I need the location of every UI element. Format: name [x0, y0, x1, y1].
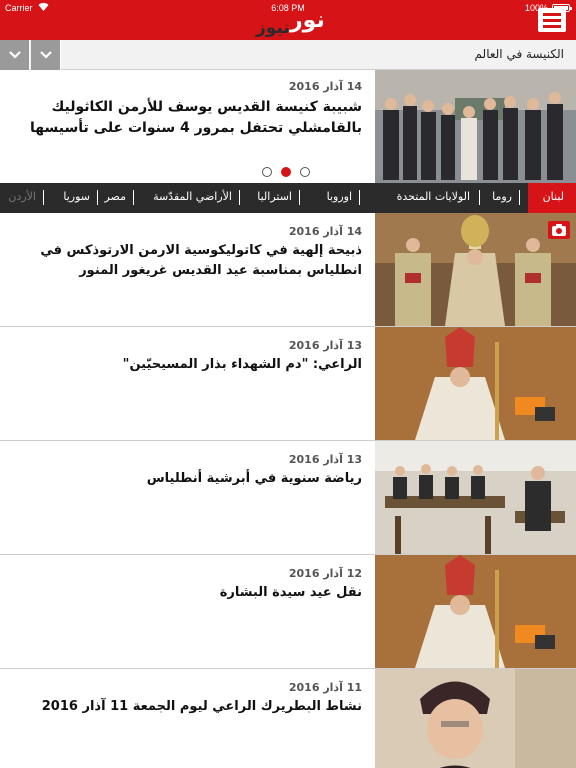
pager-dot-active[interactable]	[281, 167, 291, 177]
category-australia[interactable]: استراليا	[257, 190, 292, 203]
article-date: 13 آذار 2016	[288, 453, 362, 466]
category-bar: لبنان روما الولايات المتحدة اوروبا استرا…	[0, 183, 576, 213]
article-date: 14 آذار 2016	[288, 225, 362, 238]
list-item[interactable]: 13 آذار 2016 رياضة سنوية في أبرشية أنطلي…	[0, 441, 576, 555]
category-rome[interactable]: روما	[492, 190, 512, 203]
chevron-down-icon	[40, 51, 52, 59]
category-separator	[97, 190, 98, 205]
article-headline[interactable]: ذبيحة إلهية في كاتوليكوسية الارمن الارتو…	[14, 241, 362, 281]
category-separator	[359, 190, 360, 205]
featured-date: 14 آذار 2016	[288, 80, 362, 93]
section-bar: الكنيسة في العالم	[0, 40, 576, 70]
list-item[interactable]: 11 آذار 2016 نشاط البطريرك الراعي ليوم ا…	[0, 669, 576, 768]
status-time: 6:08 PM	[271, 3, 305, 13]
article-thumbnail[interactable]	[375, 213, 576, 326]
category-separator	[133, 190, 134, 205]
category-usa[interactable]: الولايات المتحدة	[397, 190, 470, 203]
article-thumbnail[interactable]	[375, 441, 576, 554]
list-item[interactable]: 13 آذار 2016 الراعي: "دم الشهداء بذار ال…	[0, 327, 576, 441]
status-bar: Carrier 6:08 PM 100%	[0, 0, 576, 16]
category-separator	[239, 190, 240, 205]
featured-headline[interactable]: شبيبة كنيسة القديس يوسف للأرمن الكاثوليك…	[14, 97, 362, 139]
article-headline[interactable]: رياضة سنوية في أبرشية أنطلياس	[14, 469, 362, 489]
hamburger-icon-line	[543, 19, 561, 22]
list-item[interactable]: 12 آذار 2016 نقل عيد سيدة البشارة	[0, 555, 576, 669]
category-dropdown-button[interactable]	[31, 40, 61, 70]
article-headline[interactable]: الراعي: "دم الشهداء بذار المسيحيّين"	[14, 355, 362, 375]
article-text: 13 آذار 2016 الراعي: "دم الشهداء بذار ال…	[14, 327, 362, 375]
category-separator	[519, 190, 520, 205]
hamburger-icon-line	[543, 25, 561, 28]
article-date: 11 آذار 2016	[288, 681, 362, 694]
article-thumbnail[interactable]	[375, 327, 576, 440]
category-egypt[interactable]: مصر	[104, 190, 126, 203]
chevron-down-icon	[9, 51, 21, 59]
logo-news-text: نيوز	[256, 18, 290, 38]
article-text: 13 آذار 2016 رياضة سنوية في أبرشية أنطلي…	[14, 441, 362, 489]
featured-photo[interactable]	[375, 70, 576, 183]
category-lebanon[interactable]: لبنان	[543, 190, 564, 203]
article-text: 11 آذار 2016 نشاط البطريرك الراعي ليوم ا…	[14, 669, 362, 717]
pager-dot[interactable]	[300, 167, 310, 177]
pager-dot[interactable]	[262, 167, 272, 177]
article-headline[interactable]: نشاط البطريرك الراعي ليوم الجمعة 11 آذار…	[14, 697, 362, 717]
category-separator	[479, 190, 480, 205]
article-text: 14 آذار 2016 ذبيحة إلهية في كاتوليكوسية …	[14, 213, 362, 281]
hamburger-icon	[543, 13, 561, 16]
article-thumbnail[interactable]	[375, 555, 576, 668]
category-syria[interactable]: سوريا	[63, 190, 90, 203]
category-holy-land[interactable]: الأراضي المقدّسة	[153, 190, 232, 203]
article-date: 13 آذار 2016	[288, 339, 362, 352]
app-header: Carrier 6:08 PM 100% نور نيوز	[0, 0, 576, 40]
category-jordan[interactable]: الأردن	[8, 190, 36, 203]
section-dropdown-button[interactable]	[0, 40, 30, 70]
article-text: 12 آذار 2016 نقل عيد سيدة البشارة	[14, 555, 362, 603]
category-separator	[43, 190, 44, 205]
article-thumbnail[interactable]	[375, 669, 576, 768]
section-title: الكنيسة في العالم	[474, 47, 564, 61]
article-date: 12 آذار 2016	[288, 567, 362, 580]
category-separator	[299, 190, 300, 205]
category-europe[interactable]: اوروبا	[327, 190, 352, 203]
camera-icon	[548, 221, 570, 239]
article-headline[interactable]: نقل عيد سيدة البشارة	[14, 583, 362, 603]
logo-noor-text: نور	[290, 8, 325, 33]
menu-button[interactable]	[538, 8, 566, 32]
list-item[interactable]: 14 آذار 2016 ذبيحة إلهية في كاتوليكوسية …	[0, 213, 576, 327]
featured-text: 14 آذار 2016 شبيبة كنيسة القديس يوسف للأ…	[14, 70, 362, 139]
